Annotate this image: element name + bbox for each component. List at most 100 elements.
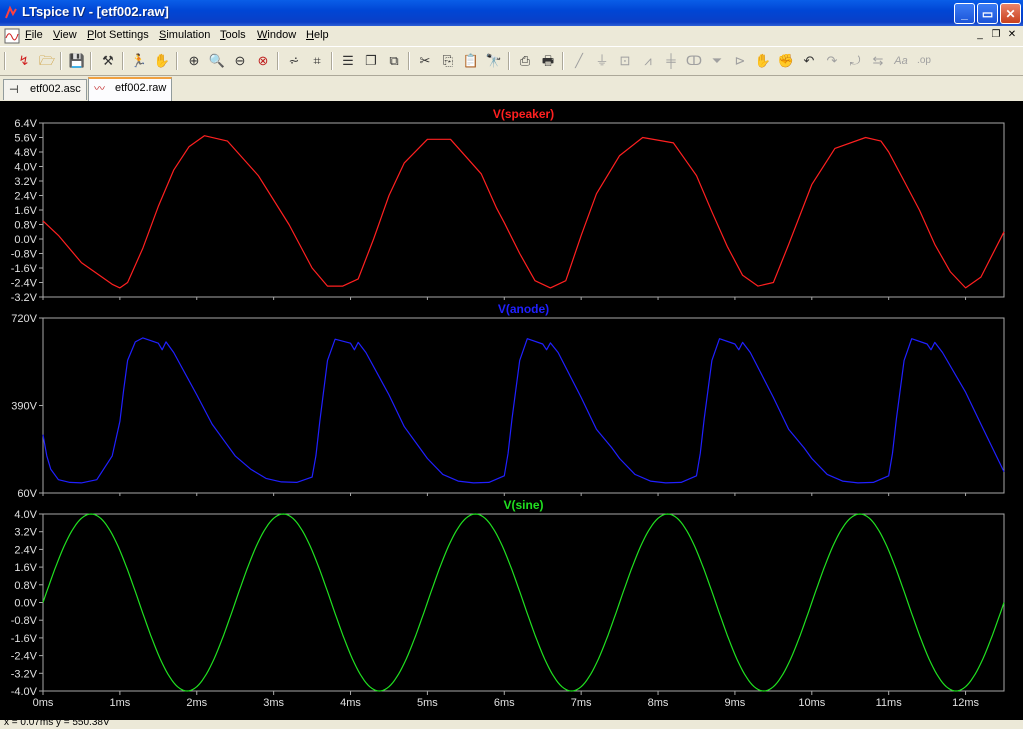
y-tick-label: 3.2V	[14, 527, 37, 539]
y-tick-label: -2.4V	[11, 278, 38, 290]
trace-vsine[interactable]	[42, 513, 1005, 692]
toolbar-separator	[331, 52, 333, 70]
cursor-icon[interactable]: ⌗	[307, 52, 327, 70]
close-all-icon[interactable]: ⧉	[384, 52, 404, 70]
x-tick-label: 11ms	[876, 697, 903, 709]
find-icon[interactable]: 🔭	[484, 52, 504, 70]
y-tick-label: 1.6V	[14, 562, 37, 574]
x-tick-label: 3ms	[263, 697, 284, 709]
x-tick-label: 1ms	[109, 697, 130, 709]
capacitor-icon[interactable]: ╪	[661, 52, 681, 70]
pane-anode[interactable]: V(anode) 720V 390V 60V	[11, 302, 1005, 500]
menu-window[interactable]: Window	[257, 29, 296, 41]
toolbar-separator	[176, 52, 178, 70]
y-tick-label: -1.6V	[11, 633, 38, 645]
y-tick-label: 3.2V	[14, 176, 37, 188]
menu-file[interactable]: File	[25, 29, 43, 41]
redo-icon[interactable]: ↷	[822, 52, 842, 70]
y-tick-label: 4.0V	[14, 162, 37, 174]
trace-title[interactable]: V(sine)	[503, 498, 543, 512]
toolbar-separator	[122, 52, 124, 70]
document-waveform-icon[interactable]	[4, 28, 20, 44]
move-icon[interactable]: ✋	[753, 52, 773, 70]
mdi-restore-button[interactable]: ❐	[989, 29, 1003, 42]
zoom-area-icon[interactable]: ⊕	[184, 52, 204, 70]
minimize-button[interactable]: _	[954, 3, 975, 24]
cascade-icon[interactable]: ❐	[361, 52, 381, 70]
halt-icon[interactable]: ✋	[152, 52, 172, 70]
component-icon[interactable]: ⊳	[730, 52, 750, 70]
mdi-minimize-button[interactable]: _	[973, 29, 987, 42]
menu-view[interactable]: View	[53, 29, 77, 41]
window-title: LTspice IV - [etf002.raw]	[22, 4, 169, 19]
trace-title[interactable]: V(speaker)	[493, 107, 554, 121]
control-panel-icon[interactable]: ⚒	[98, 52, 118, 70]
pan-icon[interactable]: 🔍	[207, 52, 227, 70]
y-tick-label: 60V	[17, 488, 37, 500]
x-tick-label: 12ms	[952, 697, 979, 709]
y-tick-label: 720V	[11, 313, 37, 325]
rotate-icon[interactable]: ⤾	[845, 52, 865, 70]
open-folder-icon[interactable]: 🗁	[37, 52, 57, 70]
run-icon[interactable]: 🏃	[129, 52, 149, 70]
pane-frame	[42, 317, 1005, 494]
menu-help[interactable]: Help	[306, 29, 329, 41]
ground-icon[interactable]: ⏚	[592, 52, 612, 70]
copy-icon[interactable]: ⎘	[438, 52, 458, 70]
y-tick-label: -1.6V	[11, 263, 38, 275]
menu-plot-settings[interactable]: Plot Settings	[87, 29, 149, 41]
paste-icon[interactable]: 📋	[461, 52, 481, 70]
y-tick-label: -0.8V	[11, 615, 38, 627]
diode-icon[interactable]: ⏷	[707, 52, 727, 70]
cut-icon[interactable]: ✂	[415, 52, 435, 70]
text-icon[interactable]: Aa	[891, 52, 911, 70]
tab-label: etf002.asc	[30, 83, 81, 95]
pane-sine[interactable]: V(sine) 4.0V 3.2V 2.4V 1.6V 0.8V 0.0V -0.8V -1.6…	[11, 498, 1005, 709]
trace-vspeaker[interactable]	[42, 135, 1005, 289]
waveform-plot[interactable]: V(speaker) 6.4V 5.6V 4.8V 4.0V 3.2V 2.4V 1.6V 0.…	[0, 101, 1023, 720]
print-icon[interactable]: 🖶	[538, 52, 558, 70]
trace-vanode[interactable]	[42, 337, 1005, 484]
zoom-fit-icon[interactable]: ⊗	[253, 52, 273, 70]
tab-etf002-raw[interactable]: 〰 etf002.raw	[88, 77, 172, 101]
x-tick-label: 6ms	[494, 697, 515, 709]
y-tick-label: 0.8V	[14, 220, 37, 232]
tile-horizontal-icon[interactable]: ☰	[338, 52, 358, 70]
spice-directive-icon[interactable]: .op	[914, 52, 934, 70]
pane-speaker[interactable]: V(speaker) 6.4V 5.6V 4.8V 4.0V 3.2V 2.4V 1.6V 0.…	[11, 107, 1005, 304]
menu-simulation[interactable]: Simulation	[159, 29, 210, 41]
waveform-viewer[interactable]: V(speaker) 6.4V 5.6V 4.8V 4.0V 3.2V 2.4V 1.6V 0.…	[0, 101, 1023, 720]
status-bar: x = 0.07ms y = 550.38V	[0, 720, 1023, 729]
drag-icon[interactable]: ✊	[776, 52, 796, 70]
save-icon[interactable]: 💾	[67, 52, 87, 70]
x-tick-label: 10ms	[798, 697, 825, 709]
y-tick-label: 4.0V	[14, 509, 37, 521]
y-tick-label: 4.8V	[14, 147, 37, 159]
toolbar-separator	[408, 52, 410, 70]
undo-icon[interactable]: ↶	[799, 52, 819, 70]
resistor-icon[interactable]: ⩘	[638, 52, 658, 70]
label-net-icon[interactable]: ⊡	[615, 52, 635, 70]
new-schematic-icon[interactable]: ↯	[14, 52, 34, 70]
y-tick-label: 2.4V	[14, 544, 37, 556]
toolbar-separator	[277, 52, 279, 70]
inductor-icon[interactable]: ↀ	[684, 52, 704, 70]
close-button[interactable]: ✕	[1000, 3, 1021, 24]
y-tick-label: 1.6V	[14, 205, 37, 217]
trace-title[interactable]: V(anode)	[498, 302, 549, 316]
menu-tools[interactable]: Tools	[220, 29, 246, 41]
tab-etf002-asc[interactable]: ⊣ etf002.asc	[3, 79, 87, 100]
restore-button[interactable]: ▭	[977, 3, 998, 24]
wire-icon[interactable]: ╱	[569, 52, 589, 70]
document-tabs: ⊣ etf002.asc 〰 etf002.raw	[0, 77, 1023, 101]
mirror-icon[interactable]: ⇆	[868, 52, 888, 70]
print-preview-icon[interactable]: ⎙	[515, 52, 535, 70]
title-bar: LTspice IV - [etf002.raw] _ ▭ ✕	[0, 0, 1023, 26]
zoom-out-icon[interactable]: ⊖	[230, 52, 250, 70]
toolbar-separator	[562, 52, 564, 70]
autorange-icon[interactable]: ⩫	[284, 52, 304, 70]
y-tick-label: 390V	[11, 401, 37, 413]
tab-label: etf002.raw	[115, 82, 167, 94]
x-tick-label: 7ms	[571, 697, 592, 709]
mdi-close-button[interactable]: ✕	[1005, 29, 1019, 42]
